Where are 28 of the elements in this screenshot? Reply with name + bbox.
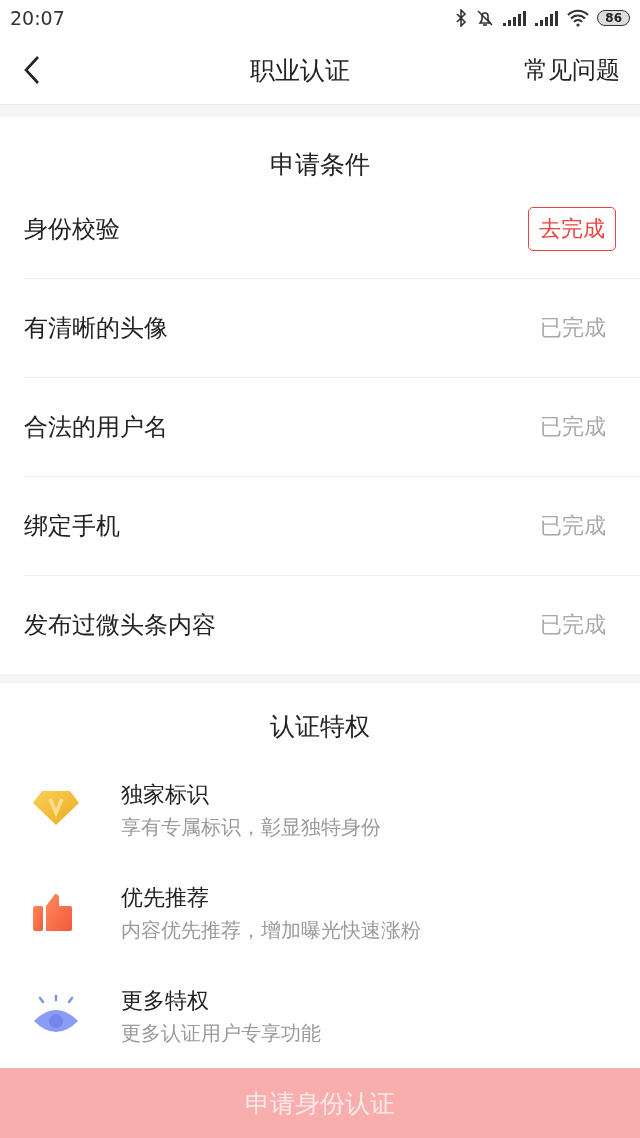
condition-label: 合法的用户名 [24, 411, 168, 443]
section-title: 申请条件 [269, 148, 371, 181]
status-text: 已完成 [540, 610, 607, 639]
page-title: 职业认证 [250, 54, 350, 87]
complete-button[interactable]: 去完成 [528, 207, 616, 252]
signal-icon [503, 9, 528, 28]
condition-label: 绑定手机 [24, 510, 120, 542]
back-button[interactable] [24, 55, 40, 86]
signal-icon [535, 9, 560, 28]
back-icon [24, 55, 40, 86]
status-text: 已完成 [540, 313, 607, 342]
wifi-icon [567, 9, 590, 28]
privilege-title: 优先推荐 [121, 883, 210, 912]
condition-label: 有清晰的头像 [24, 312, 168, 344]
privilege-title: 独家标识 [121, 780, 210, 809]
section-title: 认证特权 [269, 711, 371, 744]
condition-label: 发布过微头条内容 [24, 609, 216, 641]
battery-indicator: 86 [597, 10, 630, 27]
bluetooth-icon [455, 9, 468, 28]
status-time: 20:07 [10, 7, 65, 30]
privilege-description: 享有专属标识，彰显独特身份 [121, 813, 381, 841]
status-text: 已完成 [540, 511, 607, 540]
status-text: 已完成 [540, 412, 607, 441]
privilege-description: 更多认证用户专享功能 [121, 1019, 321, 1047]
privilege-description: 内容优先推荐，增加曝光快速涨粉 [121, 916, 421, 944]
faq-link[interactable]: 常见问题 [524, 54, 620, 87]
condition-label: 身份校验 [24, 214, 120, 246]
privilege-title: 更多特权 [121, 986, 210, 1015]
